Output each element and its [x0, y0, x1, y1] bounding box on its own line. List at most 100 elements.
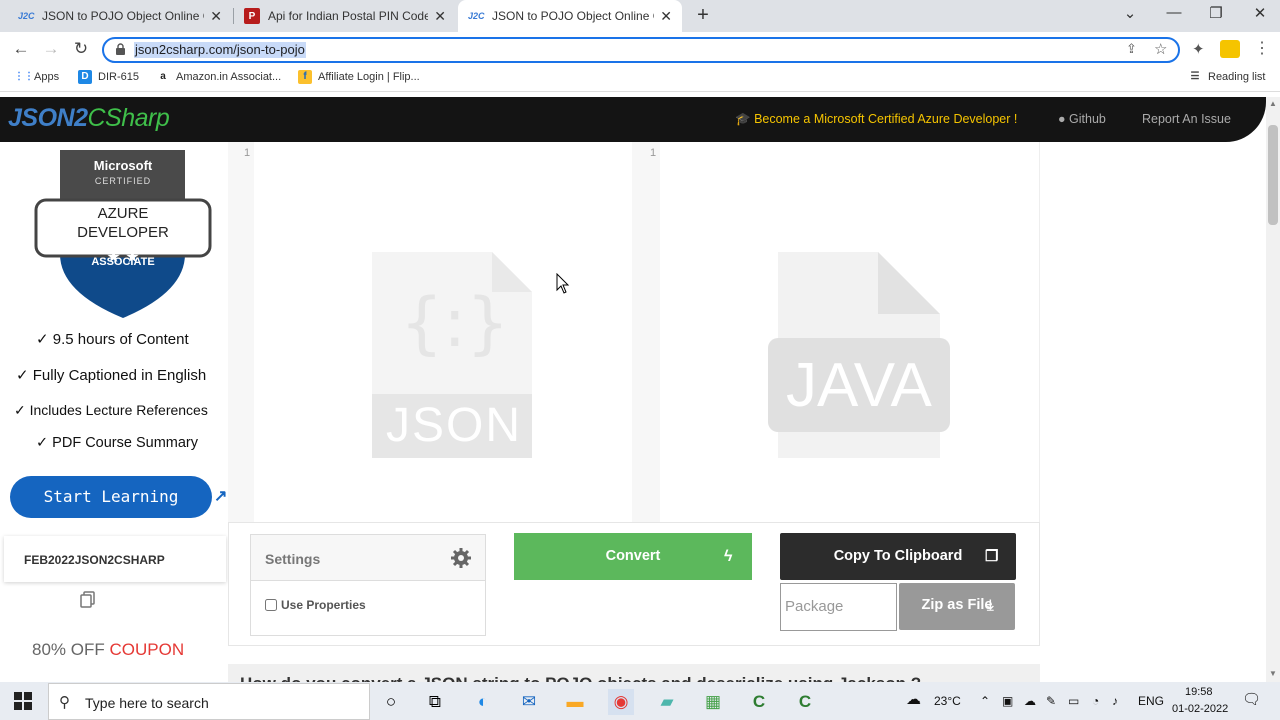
tab-title: Api for Indian Postal PIN Code — [268, 9, 429, 23]
tab-title: JSON to POJO Object Online Co — [42, 9, 205, 23]
app-chart-icon[interactable]: ▦ — [700, 689, 726, 715]
app-c-green-2-icon[interactable]: C — [792, 689, 818, 715]
start-learning-button[interactable]: Start Learning — [10, 476, 212, 518]
app-c-green-icon[interactable]: C — [746, 689, 772, 715]
reload-icon[interactable]: ↻ — [70, 38, 92, 60]
clock-time[interactable]: 19:58 — [1185, 686, 1213, 698]
chrome-icon[interactable]: ◉ — [608, 689, 634, 715]
bookmark-star-icon[interactable]: ☆ — [1154, 40, 1167, 58]
tray-chevron-icon[interactable]: ⌃ — [980, 694, 990, 708]
json-editor-gutter: 1 — [228, 142, 254, 522]
clock-date[interactable]: 01-02-2022 — [1172, 703, 1228, 715]
bookmark-flipkart[interactable]: f Affiliate Login | Flip... — [298, 70, 420, 84]
weather-icon[interactable]: ☁ — [906, 690, 921, 708]
gear-icon[interactable] — [450, 547, 472, 569]
feature-references: ✓ Includes Lecture References — [14, 402, 208, 418]
use-properties-label: Use Properties — [281, 598, 366, 612]
bookmark-label: DIR-615 — [98, 71, 139, 83]
tray-device-icon[interactable]: ▣ — [1002, 694, 1013, 708]
bookmark-amazon[interactable]: a Amazon.in Associat... — [156, 70, 281, 84]
mouse-cursor-icon — [556, 273, 570, 294]
json2csharp-favicon-icon: J2C — [18, 11, 35, 21]
github-label: Github — [1069, 112, 1106, 126]
onedrive-icon[interactable]: ☁ — [1024, 694, 1036, 708]
extensions-icon[interactable]: ✦ — [1192, 40, 1205, 58]
coupon-discount: 80% OFF COUPON — [32, 640, 184, 660]
badge-azure: AZURE — [97, 205, 149, 222]
feature-hours: ✓ 9.5 hours of Content — [36, 331, 189, 348]
cortana-icon[interactable]: ○ — [378, 689, 404, 715]
search-placeholder: Type here to search — [85, 695, 209, 711]
course-sidebar: ★ ★ Microsoft CERTIFIED AZURE DEVELOPER … — [0, 142, 228, 682]
close-window-icon[interactable]: ✕ — [1240, 4, 1280, 22]
language-indicator[interactable]: ENG — [1138, 694, 1164, 708]
site-logo[interactable]: JSON2CSharp — [8, 104, 170, 133]
mail-icon[interactable]: ✉ — [516, 689, 542, 715]
volume-icon[interactable]: ♪ — [1112, 694, 1118, 708]
github-icon: ● — [1058, 112, 1066, 126]
notification-icon[interactable]: 🗨 — [1242, 690, 1261, 708]
line-number: 1 — [244, 147, 251, 159]
menu-kebab-icon[interactable]: ⋮ — [1254, 38, 1270, 58]
azure-promo-link[interactable]: 🎓 Become a Microsoft Certified Azure Dev… — [735, 112, 1017, 127]
report-issue-link[interactable]: Report An Issue — [1142, 112, 1231, 126]
reading-list[interactable]: ☰ Reading list — [1188, 70, 1266, 84]
task-view-icon[interactable]: ⧉ — [422, 689, 448, 715]
scrollbar-thumb[interactable] — [1268, 125, 1278, 225]
forward-icon[interactable]: → — [40, 38, 62, 60]
reading-list-icon: ☰ — [1190, 71, 1200, 82]
zip-as-file-button[interactable]: Zip as File ⤓ — [899, 583, 1015, 630]
use-properties-option[interactable]: Use Properties — [265, 598, 366, 612]
clipboard-icon: ❐ — [985, 548, 999, 565]
taskbar-search-box[interactable]: ⚲ Type here to search — [48, 683, 370, 720]
feature-pdf-summary: ✓ PDF Course Summary — [36, 435, 199, 451]
tab-json2pojo-1[interactable]: J2C JSON to POJO Object Online Co ✕ — [8, 0, 232, 32]
edge-icon[interactable]: ◐ — [470, 689, 496, 715]
windows-start-icon[interactable] — [14, 692, 32, 710]
tab-json2pojo-active[interactable]: J2C JSON to POJO Object Online Co ✕ — [458, 0, 682, 32]
minimize-icon[interactable]: — — [1154, 4, 1194, 21]
coupon-code-box[interactable]: FEB2022JSON2CSHARP — [4, 536, 226, 582]
tab-title: JSON to POJO Object Online Co — [492, 9, 655, 23]
extension-badge-icon[interactable] — [1220, 40, 1240, 58]
bookmark-apps[interactable]: ⋮⋮ Apps — [14, 70, 59, 84]
close-tab-icon[interactable]: ✕ — [660, 8, 672, 25]
scroll-up-arrow-icon[interactable]: ▲ — [1269, 99, 1277, 108]
back-icon[interactable]: ← — [10, 38, 32, 60]
reading-list-label: Reading list — [1208, 71, 1266, 83]
use-properties-checkbox[interactable] — [265, 599, 277, 611]
tray-pen-icon[interactable]: ✎ — [1046, 694, 1056, 708]
close-tab-icon[interactable]: ✕ — [434, 8, 446, 25]
promo-text: Become a Microsoft Certified Azure Devel… — [754, 112, 1018, 126]
address-bar[interactable]: json2csharp.com/json-to-pojo ⇪ ☆ — [102, 37, 1180, 63]
badge-developer: DEVELOPER — [77, 224, 169, 241]
restore-icon[interactable]: ❐ — [1196, 4, 1236, 22]
app-notepad-icon[interactable]: ▰ — [654, 689, 680, 715]
lightning-icon: ϟ — [724, 548, 733, 565]
url-text[interactable]: json2csharp.com/json-to-pojo — [134, 42, 306, 58]
wifi-icon[interactable]: ◔ — [1092, 694, 1099, 708]
copy-to-clipboard-button[interactable]: Copy To Clipboard ❐ — [780, 533, 1016, 580]
copy-coupon-icon[interactable] — [78, 590, 98, 610]
close-tab-icon[interactable]: ✕ — [210, 8, 222, 25]
tab-search-chevron-icon[interactable]: ⌄ — [1110, 4, 1150, 22]
start-learning-arrow-icon[interactable]: ↗ — [214, 486, 227, 506]
graduation-cap-icon: 🎓 — [735, 112, 751, 126]
github-link[interactable]: ● Github — [1058, 112, 1106, 126]
convert-button[interactable]: Convert ϟ — [514, 533, 752, 580]
file-explorer-icon[interactable]: ▬ — [562, 689, 588, 715]
faq-heading: How do you convert a JSON string to POJO… — [228, 664, 1040, 682]
lock-icon[interactable] — [116, 43, 125, 55]
weather-temp[interactable]: 23°C — [934, 694, 961, 708]
logo-part-csharp: CSharp — [87, 104, 170, 132]
package-input[interactable]: Package — [780, 583, 897, 631]
scroll-down-arrow-icon[interactable]: ▼ — [1269, 669, 1277, 678]
battery-icon[interactable]: ▭ — [1068, 694, 1079, 708]
zip-label: Zip as File — [921, 597, 993, 613]
share-icon[interactable]: ⇪ — [1126, 41, 1137, 57]
json-file-label: JSON — [386, 399, 523, 452]
settings-header[interactable]: Settings — [251, 535, 485, 581]
bookmark-dir615[interactable]: D DIR-615 — [78, 70, 139, 84]
tab-postal-pin[interactable]: P Api for Indian Postal PIN Code ✕ — [234, 0, 456, 32]
new-tab-button[interactable]: + — [692, 4, 714, 28]
